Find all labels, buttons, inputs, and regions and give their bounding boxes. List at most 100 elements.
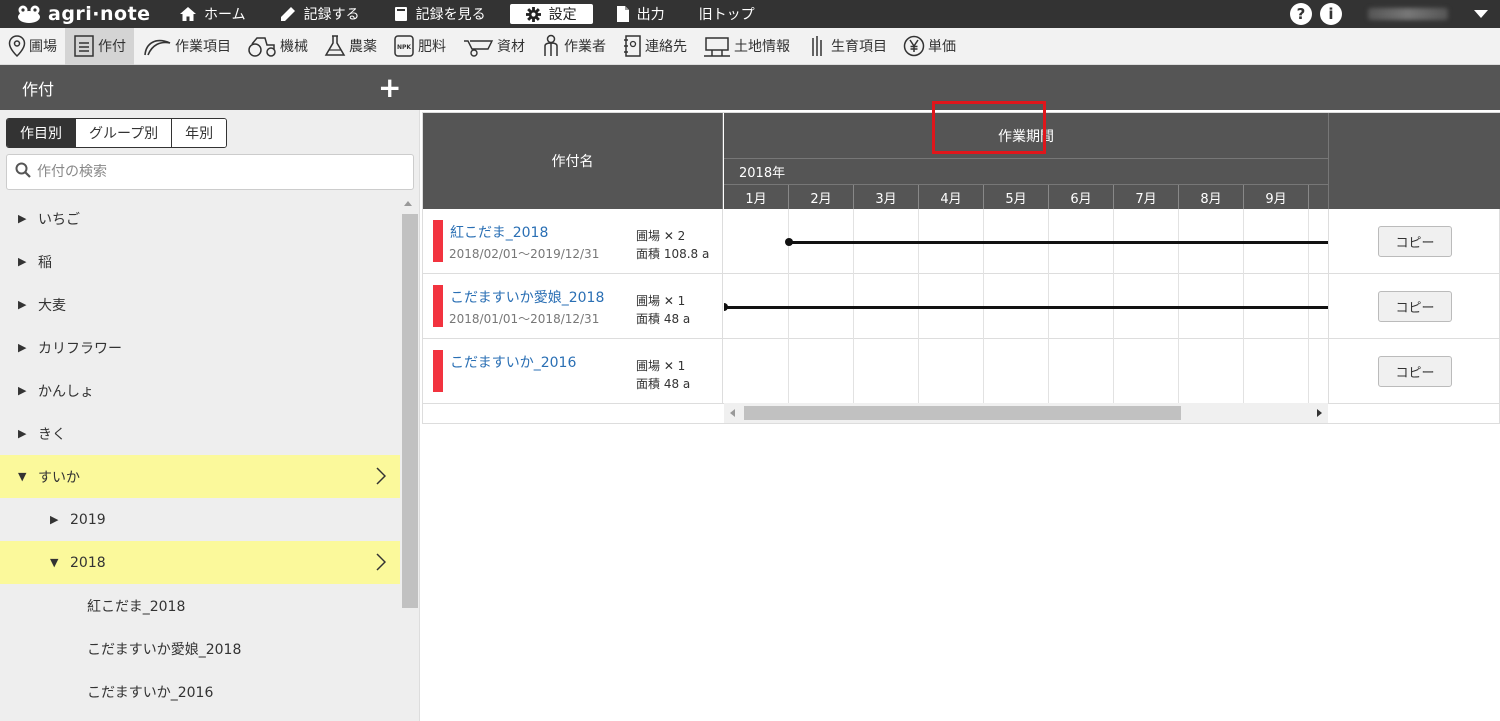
tree-leaf-crop[interactable]: こだますいか_2016 — [0, 670, 400, 713]
app-logo[interactable]: agri·note — [0, 3, 170, 25]
crop-row: 紅こだま_2018 2018/02/01～2019/12/31 圃場 ✕ 2 面積 1… — [423, 209, 1499, 274]
nav-record[interactable]: 記録する — [270, 4, 370, 24]
subnav-growth-items[interactable]: 生育項目 — [798, 28, 895, 65]
collapsed-triangle-icon[interactable]: ▶ — [18, 384, 28, 397]
subnav-fertilizers[interactable]: NPK 肥料 — [385, 28, 454, 65]
tree-node[interactable]: ▶ いちご — [0, 197, 400, 240]
nav-view-records[interactable]: 記録を見る — [384, 4, 496, 24]
crop-search-box — [6, 154, 414, 190]
collapsed-triangle-icon[interactable]: ▶ — [18, 427, 28, 440]
month-gridline — [1178, 339, 1179, 404]
month-header-cell: 8月 — [1179, 185, 1244, 209]
add-crop-button[interactable]: + — [378, 73, 401, 102]
tree-node-label: 稲 — [38, 254, 52, 271]
subnav-crops[interactable]: 作付 — [65, 27, 134, 65]
gantt-period-bar — [724, 306, 1328, 309]
copy-button[interactable]: コピー — [1378, 226, 1452, 257]
info-icon[interactable]: i — [1320, 3, 1342, 25]
gantt-horizontal-scrollbar[interactable] — [724, 403, 1328, 423]
user-menu-caret-icon[interactable] — [1474, 10, 1488, 18]
tree-node[interactable]: ▶ きく — [0, 412, 400, 455]
gantt-scrollbar-thumb[interactable] — [744, 406, 1181, 420]
collapsed-triangle-icon[interactable]: ▶ — [18, 298, 28, 311]
subnav-fields-label: 圃場 — [29, 39, 57, 55]
page-title-bar: 作付 + — [0, 65, 1500, 110]
nav-settings[interactable]: 設定 — [509, 4, 593, 24]
crop-search-input[interactable] — [37, 164, 397, 180]
tree-node[interactable]: ▶ かんしょ — [0, 369, 400, 412]
subnav-unit-price-label: 単価 — [928, 39, 956, 55]
tree-node[interactable]: ▼ すいか — [0, 455, 400, 498]
nav-old-top[interactable]: 旧トップ — [689, 4, 765, 24]
nav-record-label: 記録する — [303, 7, 360, 23]
tree-node[interactable]: ▼ 2018 — [0, 541, 400, 584]
month-gridline — [853, 339, 854, 404]
tree-node-label: カリフラワー — [38, 340, 122, 357]
crop-name-link[interactable]: 紅こだま_2018 — [450, 222, 548, 242]
tree-node-label: 2018 — [70, 554, 106, 571]
subnav-work-items[interactable]: 作業項目 — [134, 28, 239, 65]
collapsed-triangle-icon[interactable]: ▶ — [18, 255, 28, 268]
sidebar-scrollbar[interactable] — [400, 197, 418, 721]
scroll-up-arrow-icon[interactable] — [404, 201, 412, 206]
subnav-unit-price[interactable]: 単価 — [895, 28, 964, 65]
chevron-right-icon[interactable] — [376, 553, 387, 575]
subnav-workers-label: 作業者 — [564, 39, 606, 55]
segment-by-group[interactable]: グループ別 — [75, 119, 172, 147]
crop-date-range: 2018/01/01～2018/12/31 — [449, 312, 600, 326]
scroll-right-arrow-icon[interactable] — [1317, 409, 1322, 417]
segment-by-year[interactable]: 年別 — [171, 119, 227, 147]
collapsed-triangle-icon[interactable]: ▶ — [50, 513, 60, 526]
scroll-left-arrow-icon[interactable] — [730, 409, 735, 417]
pencil-icon — [280, 6, 296, 22]
page-title: 作付 — [22, 79, 55, 99]
subnav-workers[interactable]: 作業者 — [533, 28, 614, 65]
expanded-triangle-icon[interactable]: ▼ — [18, 470, 28, 483]
sprout-icon — [806, 34, 828, 58]
gear-icon — [525, 6, 541, 22]
chevron-right-icon[interactable] — [376, 467, 387, 489]
subnav-contacts[interactable]: 連絡先 — [614, 28, 695, 65]
subnav-machines[interactable]: 機械 — [239, 28, 316, 65]
subnav-pesticides[interactable]: 農薬 — [316, 28, 385, 65]
crop-name-cell: こだますいか_2016 圃場 ✕ 1 面積 48 a — [423, 339, 723, 404]
help-icon[interactable]: ? — [1290, 3, 1312, 25]
nav-export[interactable]: 出力 — [607, 4, 675, 24]
tree-leaf-crop[interactable]: こだますいか愛娘_2018 — [0, 627, 400, 670]
collapsed-triangle-icon[interactable]: ▶ — [18, 341, 28, 354]
sidebar-scrollbar-thumb[interactable] — [402, 214, 418, 608]
column-header-copy — [1328, 113, 1500, 209]
user-name-blurred[interactable] — [1368, 8, 1448, 20]
subnav-pesticides-label: 農薬 — [349, 39, 377, 55]
subnav-fields[interactable]: 圃場 — [0, 28, 65, 65]
crop-name-link[interactable]: こだますいか_2016 — [450, 352, 576, 372]
nav-old-top-label: 旧トップ — [698, 7, 755, 23]
nav-home[interactable]: ホーム — [170, 4, 256, 24]
expanded-triangle-icon[interactable]: ▼ — [50, 556, 60, 569]
crop-name-link[interactable]: こだますいか愛娘_2018 — [450, 287, 604, 307]
copy-button[interactable]: コピー — [1378, 291, 1452, 322]
nav-export-label: 出力 — [636, 7, 665, 23]
tree-node[interactable]: ▶ 大麦 — [0, 283, 400, 326]
segment-by-crop[interactable]: 作目別 — [7, 119, 75, 147]
month-gridline — [1243, 339, 1244, 404]
tree-node[interactable]: ▶ カリフラワー — [0, 326, 400, 369]
tree-node-label: きく — [38, 426, 66, 443]
settings-sub-nav: 圃場 作付 作業項目 機械 農薬 NPK 肥料 資材 作業者 連絡先 土地情報 … — [0, 27, 1500, 65]
month-gridline — [788, 339, 789, 404]
tree-node[interactable]: ▶ 稲 — [0, 240, 400, 283]
subnav-materials[interactable]: 資材 — [454, 28, 533, 65]
tree-node-label: こだますいか愛娘_2018 — [87, 641, 242, 658]
month-header-cell: 2月 — [789, 185, 854, 209]
tree-leaf-crop[interactable]: 紅こだま_2018 — [0, 584, 400, 627]
copy-button[interactable]: コピー — [1378, 356, 1452, 387]
copy-cell: コピー — [1328, 209, 1500, 274]
tree-node[interactable]: ▶ 2019 — [0, 498, 400, 541]
crop-area: 面積 108.8 a — [636, 247, 710, 261]
subnav-growth-items-label: 生育項目 — [831, 39, 887, 55]
subnav-land-info[interactable]: 土地情報 — [695, 28, 798, 65]
crop-name-cell: 紅こだま_2018 2018/02/01～2019/12/31 圃場 ✕ 2 面積 1… — [423, 209, 723, 274]
crop-area: 面積 48 a — [636, 377, 691, 391]
collapsed-triangle-icon[interactable]: ▶ — [18, 212, 28, 225]
crop-field-count: 圃場 ✕ 1 — [636, 359, 686, 373]
